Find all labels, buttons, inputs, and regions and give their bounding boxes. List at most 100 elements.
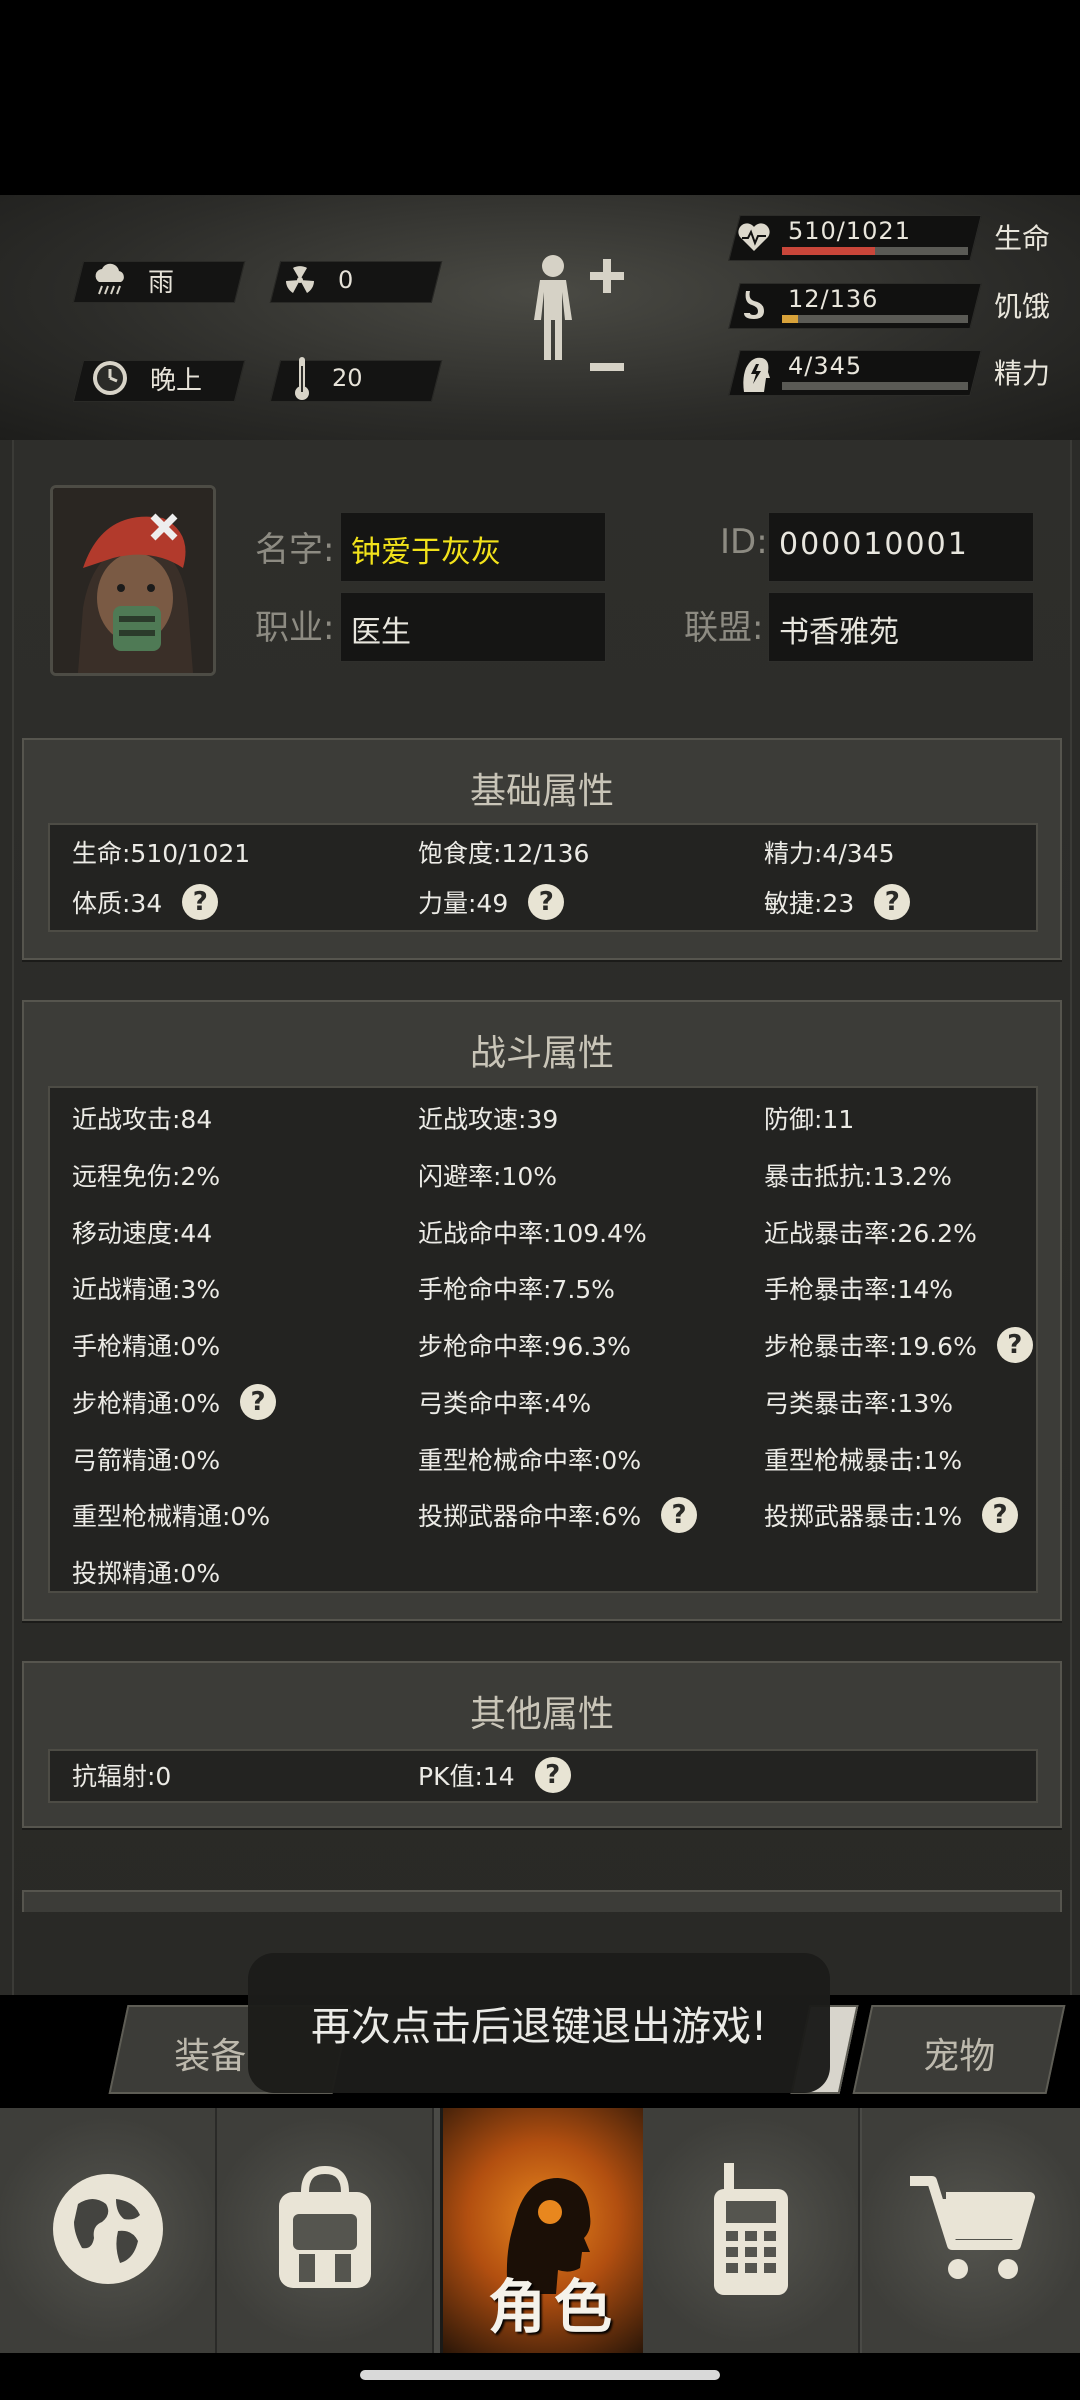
radiation-icon [282,262,318,298]
attribute-text: 投掷武器命中率:6% [418,1502,642,1532]
attribute-text: 暴击抵抗:13.2% [764,1162,952,1192]
attribute-text: 步枪暴击率:19.6% [764,1332,977,1362]
attribute-text: 弓类命中率:4% [418,1388,592,1418]
stat-value: 12/136 [788,285,879,313]
attribute-item: 近战暴击率:26.2% [764,1203,977,1260]
help-icon[interactable]: ? [528,884,565,920]
help-icon[interactable]: ? [982,1497,1019,1534]
attribute-item: 弓类命中率:4% [418,1374,591,1431]
attribute-item: 近战攻速:39 [418,1090,558,1147]
stomach-icon [736,287,772,323]
attribute-item: 步枪命中率:96.3% [418,1317,631,1374]
home-indicator[interactable] [360,2370,720,2380]
attribute-item: 手枪命中率:7.5% [418,1260,615,1317]
stat-name: 生命 [994,222,1051,255]
combat-attributes-title: 战斗属性 [469,1033,614,1074]
alliance-value: 书香雅苑 [779,615,899,650]
attribute-item: 步枪暴击率:19.6%? [764,1317,1033,1374]
nav-world-button[interactable] [0,2108,217,2353]
attribute-text: PK值:14 [418,1762,515,1791]
job-value: 医生 [351,615,411,650]
stat-name: 精力 [994,357,1051,390]
temperature-value: 20 [332,363,363,392]
help-icon[interactable]: ? [182,884,219,920]
basic-attributes-title: 基础属性 [469,771,614,812]
other-attributes-section: 其他属性 抗辐射:0 PK值:14? [22,1661,1062,1828]
attribute-text: 近战攻击:84 [72,1105,213,1135]
attribute-item: 投掷武器暴击:1%? [764,1487,1019,1544]
attribute-item: 生命:510/1021 [72,827,250,877]
stat-bar-track [782,247,968,255]
other-attributes-grid: 抗辐射:0 PK值:14? [48,1749,1038,1803]
basic-attributes-section: 基础属性 生命:510/1021 饱食度:12/136 精力:4/345 体质:34?… [22,738,1062,960]
help-icon[interactable]: ? [240,1383,277,1420]
attribute-text: 力量:49 [418,889,509,918]
other-attributes-title: 其他属性 [469,1694,614,1735]
attribute-item: 饱食度:12/136 [418,827,589,877]
tab-pets-label: 宠物 [923,2036,996,2077]
attribute-text: 精力:4/345 [764,839,895,868]
help-icon[interactable]: ? [534,1757,571,1793]
attribute-item: 暴击抵抗:13.2% [764,1147,952,1204]
attribute-text: 投掷精通:0% [72,1558,221,1588]
attribute-text: 重型枪械暴击:1% [764,1445,963,1475]
attribute-text: 近战精通:3% [72,1275,221,1305]
stat-value: 4/345 [788,352,863,380]
avatar[interactable] [50,485,216,676]
stat-bar-fill [782,315,799,323]
attribute-item: 精力:4/345 [764,827,894,877]
attribute-text: 防御:11 [764,1105,855,1135]
body-plus-minus-icon[interactable] [520,250,630,410]
attribute-item: 防御:11 [764,1090,854,1147]
name-label: 名字: [255,530,335,570]
next-section-edge [22,1890,1062,1912]
help-icon[interactable]: ? [996,1327,1033,1364]
attribute-text: 近战暴击率:26.2% [764,1218,977,1248]
attribute-item: 投掷武器命中率:6%? [418,1487,698,1544]
nav-radio-button[interactable] [643,2108,860,2353]
attribute-text: 闪避率:10% [418,1162,557,1192]
attribute-text: 远程免伤:2% [72,1162,221,1192]
attribute-item: 弓类暴击率:13% [764,1374,953,1431]
attribute-item: 抗辐射:0 [72,1751,171,1799]
basic-attributes-grid: 生命:510/1021 饱食度:12/136 精力:4/345 体质:34? 力量:49… [48,823,1038,932]
attribute-item: 重型枪械暴击:1% [764,1430,962,1487]
attribute-item: 闪避率:10% [418,1147,557,1204]
help-icon[interactable]: ? [874,884,911,920]
attribute-item: 投掷精通:0% [72,1544,220,1601]
heart-pulse-icon [736,219,772,255]
weather-text: 雨 [148,267,175,298]
stat-name: 饥饿 [994,290,1051,323]
radiation-value: 0 [338,266,354,294]
stat-bar-1: 12/136 饥饿 [720,283,1060,329]
attribute-text: 投掷武器暴击:1% [764,1502,963,1532]
attribute-text: 手枪暴击率:14% [764,1275,953,1305]
id-value: 000010001 [779,527,969,562]
combat-attributes-section: 战斗属性 近战攻击:84 近战攻速:39 防御:11 远程免伤:2% 闪避率:10% 暴击… [22,1000,1062,1621]
energy-head-icon [736,354,772,394]
stat-bar-track [782,315,968,323]
attribute-text: 生命:510/1021 [72,839,251,868]
help-icon[interactable]: ? [661,1497,698,1534]
attribute-item: PK值:14? [418,1751,571,1799]
globe-icon [48,2169,168,2293]
attribute-text: 敏捷:23 [764,889,855,918]
stat-value: 510/1021 [788,217,911,245]
attribute-text: 重型枪械命中率:0% [418,1445,642,1475]
rain-cloud-icon [90,260,130,300]
nav-inventory-button[interactable] [217,2108,434,2353]
attribute-text: 弓箭精通:0% [72,1445,221,1475]
attribute-item: 重型枪械命中率:0% [418,1430,641,1487]
tab-pets[interactable]: 宠物 [852,2005,1066,2094]
thermometer-icon [292,354,312,402]
attribute-text: 移动速度:44 [72,1218,213,1248]
attribute-item: 近战命中率:109.4% [418,1203,647,1260]
nav-shop-button[interactable] [862,2108,1080,2353]
attribute-item: 手枪精通:0% [72,1317,220,1374]
attribute-item: 手枪暴击率:14% [764,1260,953,1317]
job-field: 医生 [340,592,606,662]
attribute-item: 力量:49? [418,877,565,927]
stat-bar-fill [782,247,875,255]
attribute-item: 敏捷:23? [764,877,911,927]
attribute-text: 手枪精通:0% [72,1332,221,1362]
